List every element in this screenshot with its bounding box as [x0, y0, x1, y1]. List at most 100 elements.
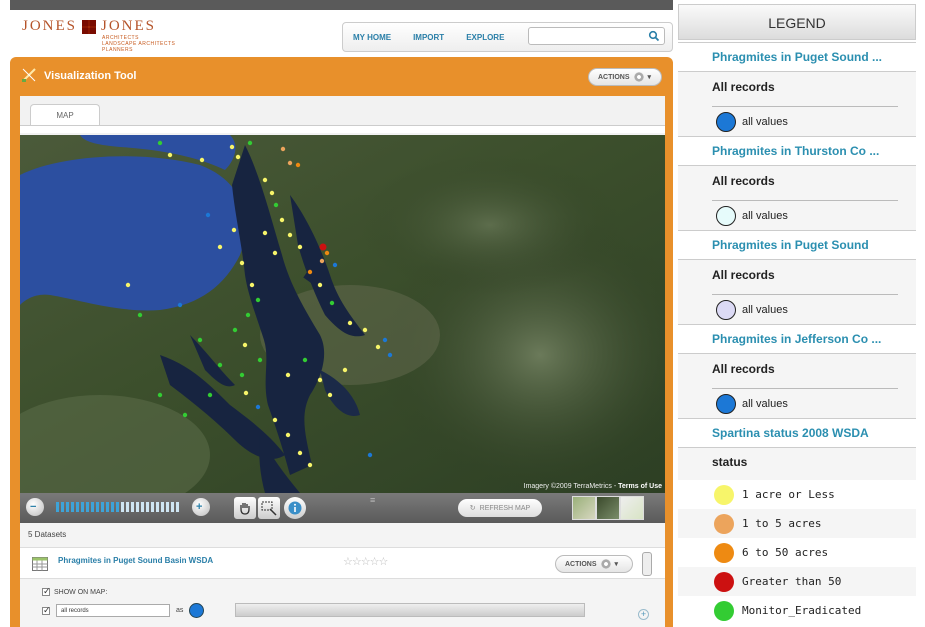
show-on-map-toggle[interactable]: SHOW ON MAP: — [42, 586, 107, 597]
map-point[interactable] — [295, 162, 301, 168]
records-style-bar[interactable] — [235, 603, 585, 617]
map-type-road[interactable] — [620, 496, 644, 520]
dataset-actions-button[interactable]: ACTIONS ▾ — [555, 555, 633, 573]
dataset-rating[interactable]: ☆☆☆☆☆ — [343, 555, 388, 568]
map-point[interactable] — [235, 154, 241, 160]
map-point[interactable] — [362, 327, 368, 333]
map-point[interactable] — [287, 160, 293, 166]
map-point[interactable] — [317, 282, 323, 288]
legend-group-title[interactable]: Phragmites in Puget Sound — [678, 230, 916, 260]
zoom-slider[interactable] — [56, 502, 179, 512]
map-view[interactable]: Imagery ©2009 TerraMetrics - Terms of Us… — [20, 135, 665, 493]
map-point[interactable] — [272, 250, 278, 256]
map-point[interactable] — [167, 152, 173, 158]
map-point[interactable] — [269, 190, 275, 196]
dataset-row[interactable]: Phragmites in Puget Sound Basin WSDA ☆☆☆… — [20, 547, 665, 579]
toolbar-grip-icon[interactable]: ≡ — [370, 495, 375, 505]
map-point[interactable] — [387, 352, 393, 358]
zoom-in-button[interactable]: + — [192, 498, 210, 516]
terms-of-use-link[interactable]: Terms of Use — [618, 483, 662, 490]
map-point[interactable] — [242, 342, 248, 348]
map-point[interactable] — [367, 452, 373, 458]
map-point[interactable] — [319, 258, 325, 264]
map-point[interactable] — [207, 392, 213, 398]
tab-map[interactable]: MAP — [30, 104, 100, 126]
brand-logo[interactable]: JONES JONES ARCHITECTS LANDSCAPE ARCHITE… — [22, 18, 175, 53]
map-point[interactable] — [302, 357, 308, 363]
pan-tool-button[interactable] — [234, 497, 256, 519]
legend-group-title[interactable]: Phragmites in Thurston Co ... — [678, 136, 916, 166]
records-checkbox[interactable] — [42, 605, 51, 616]
map-point[interactable] — [199, 157, 205, 163]
map-point[interactable] — [327, 392, 333, 398]
map-point[interactable] — [205, 212, 211, 218]
map-point[interactable] — [229, 144, 235, 150]
map-point[interactable] — [324, 250, 330, 256]
map-point[interactable] — [247, 140, 253, 146]
map-point[interactable] — [285, 432, 291, 438]
map-point[interactable] — [231, 227, 237, 233]
map-point[interactable] — [217, 362, 223, 368]
legend-group-title[interactable]: Phragmites in Jefferson Co ... — [678, 324, 916, 354]
map-point[interactable] — [273, 202, 279, 208]
search-input[interactable] — [528, 27, 665, 45]
legend-group-title[interactable]: Phragmites in Puget Sound ... — [678, 42, 916, 72]
dataset-reorder-handle[interactable] — [642, 552, 652, 576]
map-point[interactable] — [245, 312, 251, 318]
map-point[interactable] — [249, 282, 255, 288]
map-point[interactable] — [232, 327, 238, 333]
map-point[interactable] — [307, 269, 313, 275]
info-button[interactable] — [284, 497, 306, 519]
map-point[interactable] — [307, 462, 313, 468]
tool-actions-button[interactable]: ACTIONS ▾ — [588, 68, 662, 86]
map-point[interactable] — [137, 312, 143, 318]
map-type-satellite[interactable] — [596, 496, 620, 520]
map-point[interactable] — [375, 344, 381, 350]
map-point[interactable] — [239, 260, 245, 266]
zoom-box-tool-button[interactable] — [258, 497, 280, 519]
map-point[interactable] — [257, 357, 263, 363]
map-point[interactable] — [280, 146, 286, 152]
add-record-button[interactable]: + — [638, 609, 649, 620]
map-point[interactable] — [342, 367, 348, 373]
map-point[interactable] — [243, 390, 249, 396]
legend-item-label: Monitor_Eradicated — [742, 604, 862, 617]
records-color-swatch[interactable] — [189, 603, 205, 618]
map-point[interactable] — [287, 232, 293, 238]
map-point[interactable] — [157, 392, 163, 398]
map-point[interactable] — [272, 417, 278, 423]
zoom-out-button[interactable]: − — [26, 498, 44, 516]
map-point[interactable] — [329, 300, 335, 306]
nav-my-home[interactable]: MY HOME — [353, 33, 391, 42]
map-point[interactable] — [279, 217, 285, 223]
map-point[interactable] — [262, 230, 268, 236]
show-on-map-checkbox[interactable] — [42, 586, 51, 597]
map-point[interactable] — [157, 140, 163, 146]
legend-group-title[interactable]: Spartina status 2008 WSDA — [678, 418, 916, 448]
map-point[interactable] — [317, 377, 323, 383]
map-point[interactable] — [319, 243, 327, 251]
map-point[interactable] — [217, 244, 223, 250]
map-point[interactable] — [177, 302, 183, 308]
map-point[interactable] — [239, 372, 245, 378]
map-point[interactable] — [285, 372, 291, 378]
map-point[interactable] — [125, 282, 131, 288]
map-point[interactable] — [297, 450, 303, 456]
map-point[interactable] — [297, 244, 303, 250]
dataset-name-link[interactable]: Phragmites in Puget Sound Basin WSDA — [58, 556, 213, 565]
map-point[interactable] — [332, 262, 338, 268]
nav-explore[interactable]: EXPLORE — [466, 33, 504, 42]
map-point[interactable] — [382, 337, 388, 343]
map-type-terrain[interactable] — [572, 496, 596, 520]
map-point[interactable] — [197, 337, 203, 343]
search-icon[interactable] — [648, 30, 660, 42]
map-point[interactable] — [347, 320, 353, 326]
satellite-map[interactable] — [20, 135, 665, 493]
records-select[interactable]: all records — [56, 604, 170, 617]
map-point[interactable] — [255, 404, 261, 410]
map-point[interactable] — [262, 177, 268, 183]
nav-import[interactable]: IMPORT — [413, 33, 444, 42]
map-point[interactable] — [255, 297, 261, 303]
refresh-map-button[interactable]: ↻ REFRESH MAP — [458, 499, 542, 517]
map-point[interactable] — [182, 412, 188, 418]
